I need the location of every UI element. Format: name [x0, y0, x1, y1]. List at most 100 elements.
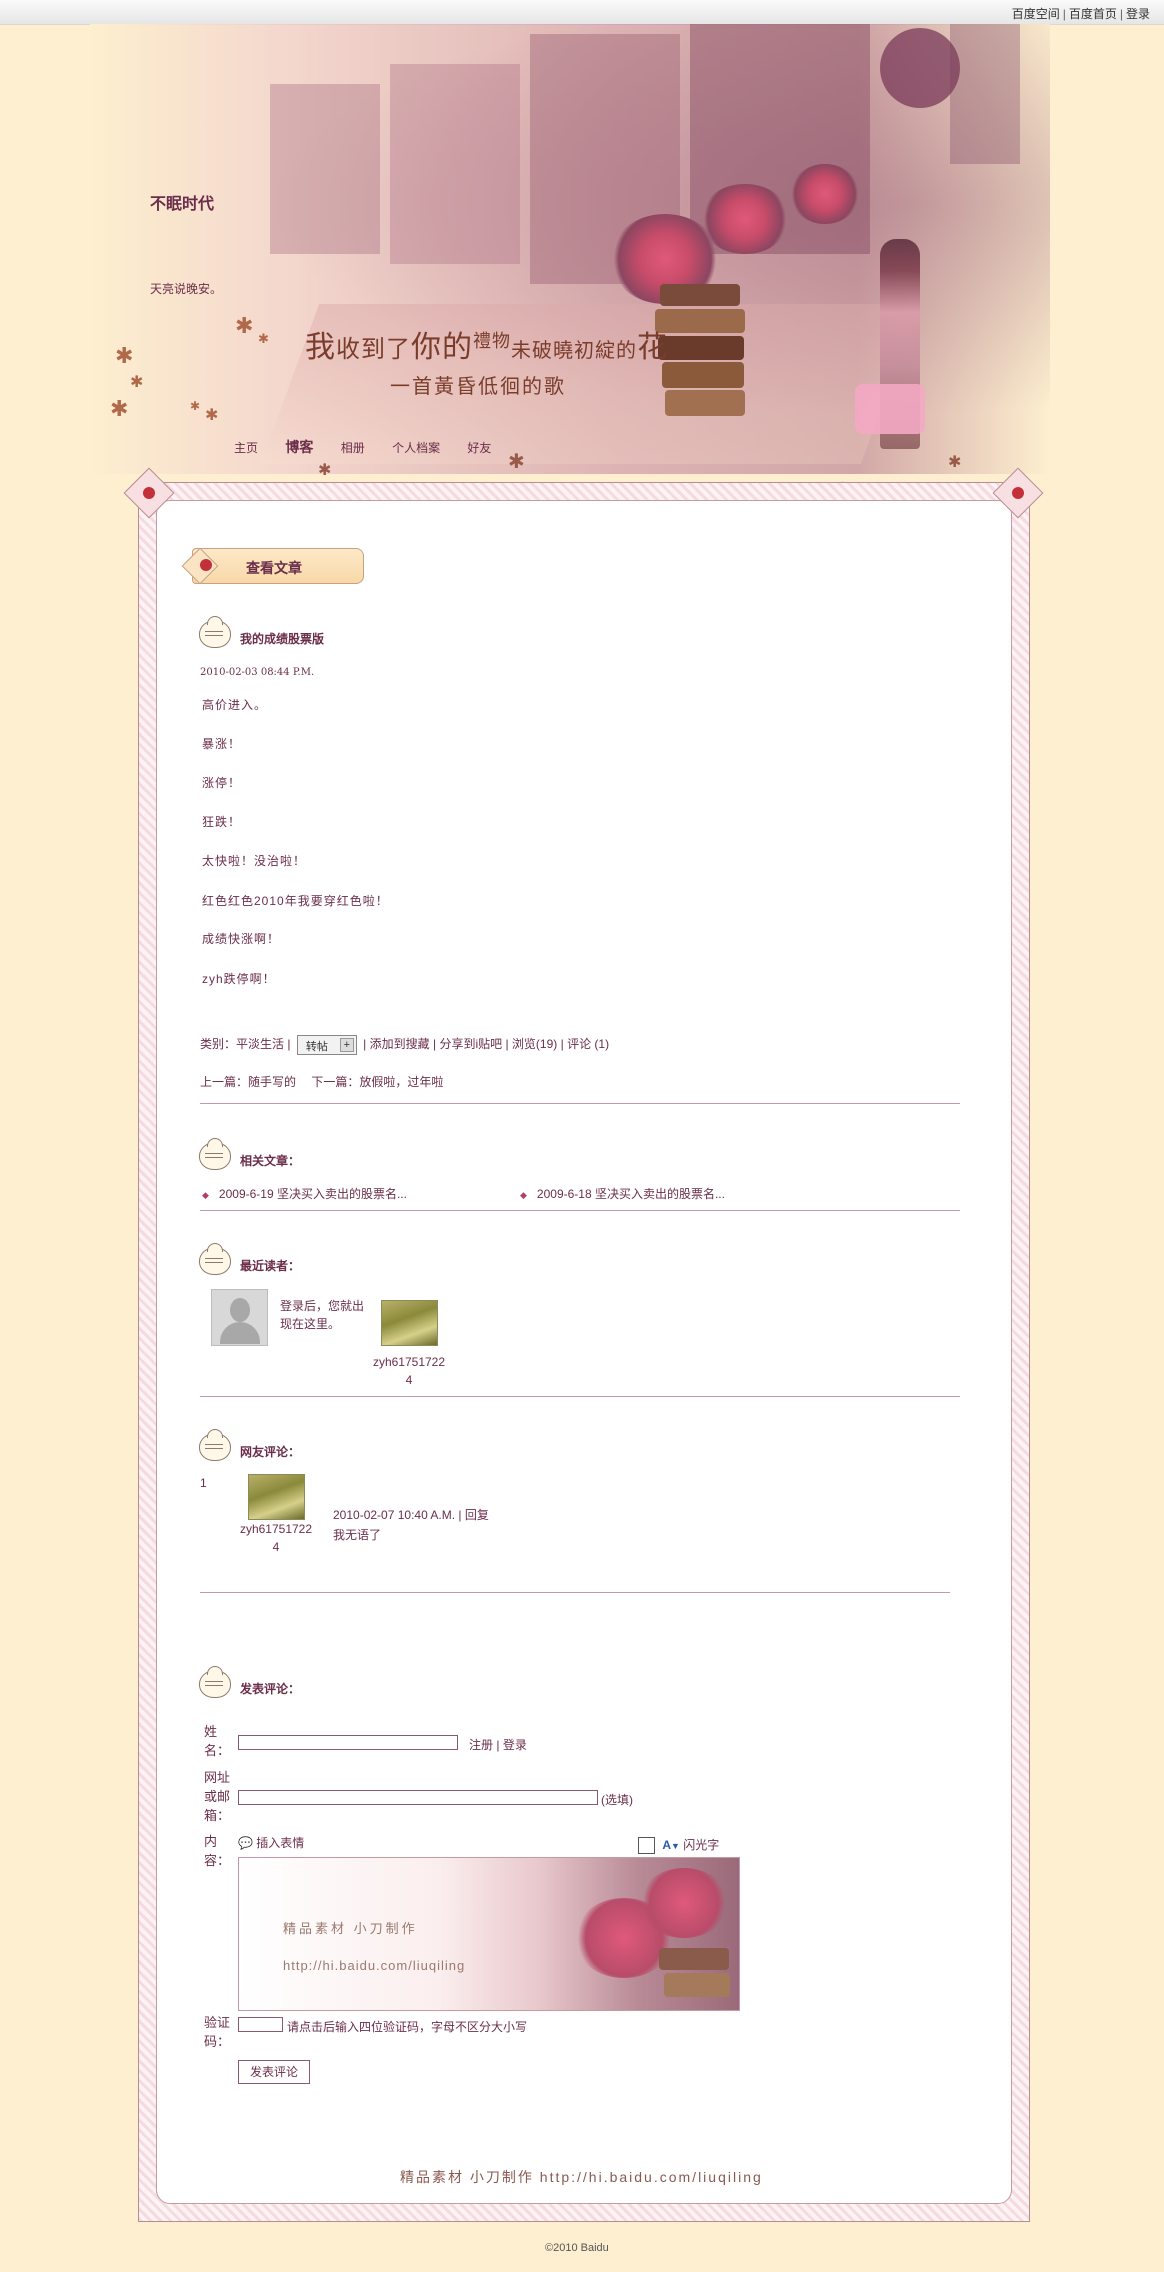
shell-icon — [199, 1243, 231, 1275]
url-input[interactable] — [238, 1790, 598, 1805]
article-title[interactable]: 我的成绩股票版 — [240, 630, 324, 647]
related-item-link[interactable]: 2009-6-19 坚决买入卖出的股票名... — [219, 1187, 407, 1201]
shell-icon — [199, 616, 231, 648]
flash-text-label: 闪光字 — [683, 1838, 720, 1852]
reader-name-line: zyh61751722 — [372, 1355, 446, 1369]
poem-text: 未破曉初綻的 — [511, 338, 637, 362]
article-line: zyh跌停啊！ — [202, 972, 276, 986]
login-hint-line: 现在这里。 — [280, 1317, 341, 1331]
main-nav: 主页 博客 相册 个人档案 好友 — [234, 437, 515, 457]
flash-checkbox[interactable] — [638, 1837, 655, 1855]
suitcase-shape — [664, 1973, 730, 1997]
flower-decoration — [639, 1868, 729, 1938]
blog-title[interactable]: 不眠时代 — [150, 190, 214, 214]
shop-sign — [880, 28, 960, 108]
divider — [200, 1210, 960, 1211]
emoticon-toggle[interactable]: 💬 插入表情 — [238, 1834, 304, 1851]
share-tieba-link[interactable]: 分享到i贴吧 — [439, 1037, 502, 1051]
views-count: 浏览(19) — [511, 1037, 558, 1052]
shell-icon — [199, 1138, 231, 1170]
separator: | — [560, 1037, 564, 1052]
register-link[interactable]: 注册 — [469, 1738, 493, 1752]
name-input[interactable] — [238, 1735, 458, 1750]
link-login[interactable]: 登录 — [1126, 7, 1150, 21]
content-label: 内容： — [204, 1834, 231, 1868]
next-article-link[interactable]: 放假啦，过年啦 — [359, 1075, 443, 1089]
related-item[interactable]: ◆ 2009-6-18 坚决买入卖出的股票名... — [520, 1185, 725, 1202]
article-line: 红色红色2010年我要穿红色啦！ — [202, 894, 389, 908]
comment-time: 2010-02-07 10:40 A.M. — [333, 1508, 456, 1522]
category-label: 类别： — [200, 1037, 237, 1052]
commenter-name-line: 4 — [272, 1540, 280, 1554]
reader-name[interactable]: zyh61751722 4 — [371, 1353, 447, 1389]
separator: | — [363, 1037, 367, 1052]
name-label: 姓名： — [204, 1724, 231, 1758]
captcha-input[interactable] — [238, 2017, 283, 2032]
star-decoration: ✱ — [115, 343, 134, 368]
commenter-name[interactable]: zyh61751722 4 — [236, 1520, 316, 1556]
star-decoration: ✱ — [318, 462, 332, 479]
poem-char: 我 — [305, 330, 336, 365]
building-shape — [270, 84, 380, 254]
poem-text: 收到了 — [336, 335, 411, 363]
copyright: ©2010 Baidu — [545, 2242, 609, 2254]
star-decoration: ✱ — [258, 331, 269, 346]
star-decoration: ✱ — [205, 407, 219, 424]
reader-avatar[interactable] — [381, 1300, 438, 1346]
star-decoration: ✱ — [110, 396, 129, 421]
repost-button[interactable]: 转帖 + — [296, 1035, 357, 1055]
prev-article-link[interactable]: 随手写的 — [248, 1075, 296, 1089]
dropdown-arrow-icon[interactable]: ▼ — [671, 1841, 680, 1851]
article-line: 暴涨！ — [202, 737, 242, 751]
readers-title: 最近读者： — [240, 1259, 301, 1273]
poem-char: 你的 — [411, 330, 473, 365]
login-link[interactable]: 登录 — [503, 1738, 527, 1752]
nav-album[interactable]: 相册 — [341, 441, 365, 455]
submit-comment-button[interactable]: 发表评论 — [238, 2060, 310, 2084]
link-baidu-home[interactable]: 百度首页 — [1069, 7, 1117, 21]
prev-next-nav: 上一篇：随手写的 下一篇：放假啦，过年啦 — [200, 1073, 443, 1090]
comment-meta: 2010-02-07 10:40 A.M. | 回复 — [333, 1508, 489, 1522]
flower-bush — [790, 164, 860, 224]
commenter-name-line: zyh61751722 — [239, 1522, 313, 1536]
nav-blog[interactable]: 博客 — [285, 439, 313, 455]
flash-text-control: A▼ 闪光字 — [638, 1836, 720, 1855]
poem-char: 花 — [637, 330, 668, 365]
add-favorite-link[interactable]: 添加到搜藏 — [370, 1037, 430, 1051]
suitcase-shape — [660, 284, 740, 306]
font-color-icon[interactable]: A — [662, 1838, 671, 1852]
top-bar: 百度空间 | 百度首页 | 登录 — [0, 0, 1164, 25]
header-banner-image — [90, 24, 1050, 474]
insert-emoticon-label[interactable]: 插入表情 — [256, 1836, 304, 1850]
view-article-tag: 查看文章 — [181, 547, 364, 585]
flower-bush — [700, 184, 790, 254]
comments-link[interactable]: 评论 (1) — [567, 1037, 609, 1051]
comment-index: 1 — [200, 1476, 207, 1490]
commenter-avatar[interactable] — [248, 1474, 305, 1520]
comment-textarea[interactable]: 精品素材 小刀制作 http://hi.baidu.com/liuqiling — [238, 1857, 740, 2011]
related-item-link[interactable]: 2009-6-18 坚决买入卖出的股票名... — [537, 1187, 725, 1201]
building-shape — [390, 64, 520, 264]
suitcase-shape — [659, 1948, 729, 1970]
blog-description: 天亮说晚安。 — [150, 282, 223, 296]
related-item[interactable]: ◆ 2009-6-19 坚决买入卖出的股票名... — [202, 1185, 407, 1202]
nav-profile[interactable]: 个人档案 — [392, 441, 440, 455]
url-label: 网址或邮箱： — [204, 1770, 231, 1823]
article-meta: 类别：平淡生活 | 转帖 + | 添加到搜藏 | 分享到i贴吧 | 浏览(19) … — [200, 1035, 609, 1055]
speech-bubble-icon: 💬 — [238, 1836, 253, 1850]
divider — [200, 1396, 960, 1397]
star-decoration: ✱ — [130, 374, 144, 391]
suitcase-shape — [658, 336, 744, 360]
optional-hint: (选填) — [601, 1793, 633, 1807]
nav-friends[interactable]: 好友 — [467, 441, 491, 455]
category-link[interactable]: 平淡生活 — [236, 1037, 284, 1051]
reply-link[interactable]: 回复 — [465, 1508, 489, 1522]
article-line: 太快啦！没治啦！ — [202, 854, 307, 868]
divider — [200, 1103, 960, 1104]
nav-home[interactable]: 主页 — [234, 441, 258, 455]
bullet-icon: ◆ — [202, 1190, 209, 1200]
post-comment-title: 发表评论： — [240, 1682, 301, 1696]
login-hint-line: 登录后，您就出 — [280, 1299, 365, 1313]
link-baidu-space[interactable]: 百度空间 — [1012, 7, 1060, 21]
separator: | — [1062, 7, 1066, 21]
